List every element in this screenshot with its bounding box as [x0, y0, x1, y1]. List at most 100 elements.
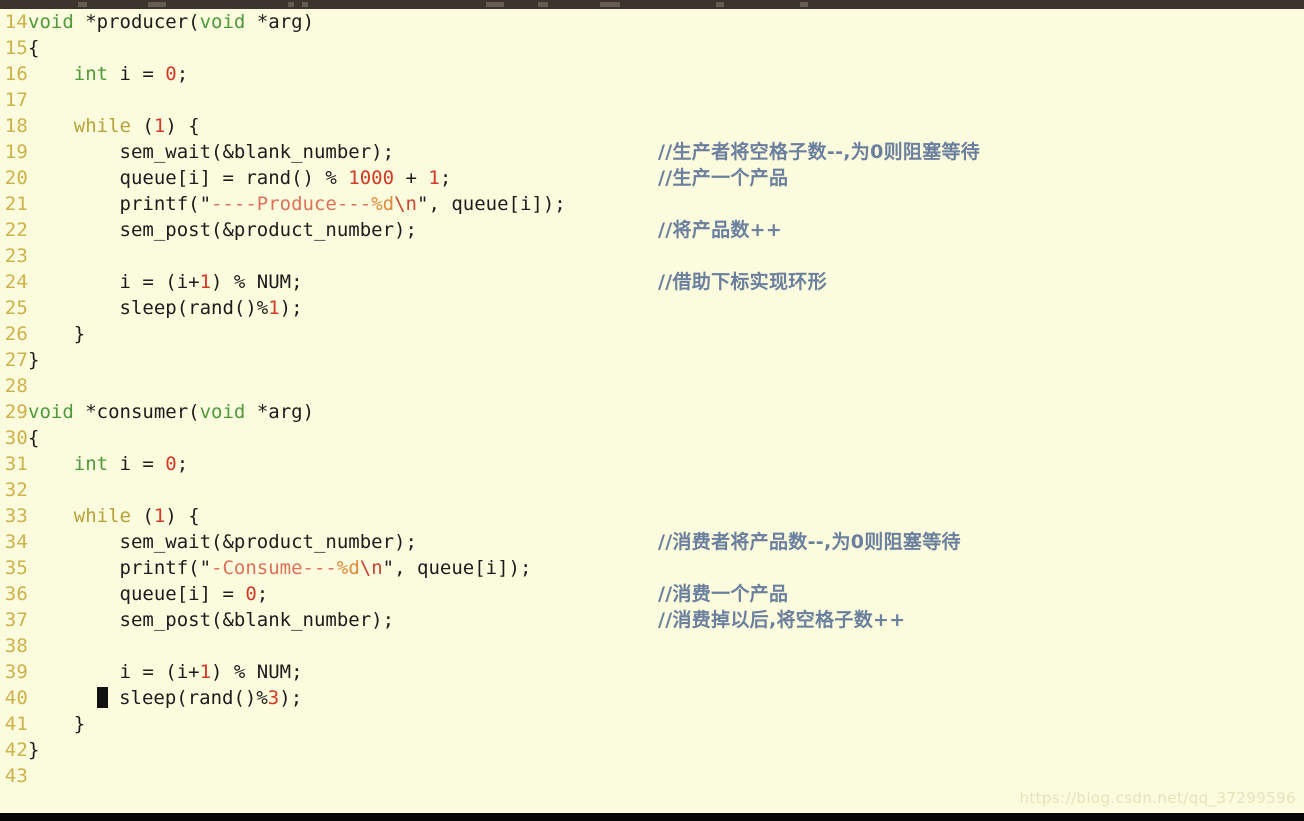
line-source [28, 373, 39, 399]
line-number: 18 [4, 115, 28, 137]
toolbar-icon-6[interactable] [538, 2, 548, 7]
line-number: 37 [4, 609, 28, 631]
toolbar-icon-1[interactable] [78, 2, 87, 7]
line-source: } [28, 349, 40, 371]
code-line[interactable]: 18 while (1) { [0, 113, 1304, 139]
line-source [28, 87, 39, 113]
line-number: 35 [4, 557, 28, 579]
line-comment: //消费掉以后,将空格子数++ [658, 609, 906, 631]
code-line[interactable]: 15 { [0, 35, 1304, 61]
code-text-area[interactable]: 14 void *producer(void *arg) 15 { 16 int… [0, 9, 1304, 813]
text-cursor [96, 687, 108, 708]
toolbar-icon-8[interactable] [716, 2, 724, 7]
code-line[interactable]: 21 printf("----Produce---%d\n", queue[i]… [0, 191, 1304, 217]
line-source: void *producer(void *arg) [28, 11, 315, 33]
line-source: printf("-Consume---%d\n", queue[i]); [28, 557, 532, 579]
line-source: } [28, 323, 86, 345]
code-line[interactable]: 37 sem_post(&blank_number); //消费掉以后,将空格子… [0, 607, 1304, 633]
line-source: while (1) { [73, 115, 200, 137]
code-line[interactable]: 28 [0, 373, 1304, 399]
code-line[interactable]: 36 queue[i] = 0; //消费一个产品 [0, 581, 1304, 607]
line-number: 34 [4, 531, 28, 553]
line-number: 28 [4, 375, 28, 397]
line-number: 17 [4, 89, 28, 111]
line-source: int i = 0; [73, 63, 189, 85]
line-comment: //消费者将产品数--,为0则阻塞等待 [658, 531, 961, 553]
code-line[interactable]: 40 sleep(rand()%3); [0, 685, 1304, 711]
code-editor-screenshot: 14 void *producer(void *arg) 15 { 16 int… [0, 0, 1304, 821]
line-number: 39 [4, 661, 28, 683]
code-line[interactable]: 25 sleep(rand()%1); [0, 295, 1304, 321]
code-line[interactable]: 22 sem_post(&product_number); //将产品数++ [0, 217, 1304, 243]
line-number: 15 [4, 37, 28, 59]
line-number: 19 [4, 141, 28, 163]
line-source: sleep(rand()%1); [28, 297, 303, 319]
code-line[interactable]: 33 while (1) { [0, 503, 1304, 529]
toolbar-icon-9[interactable] [800, 2, 808, 7]
code-line[interactable]: 26 } [0, 321, 1304, 347]
code-line[interactable]: 19 sem_wait(&blank_number); //生产者将空格子数--… [0, 139, 1304, 165]
code-line[interactable]: 24 i = (i+1) % NUM; //借助下标实现环形 [0, 269, 1304, 295]
line-comment: //生产者将空格子数--,为0则阻塞等待 [658, 141, 981, 163]
line-source [28, 243, 39, 269]
line-comment: //将产品数++ [658, 219, 783, 241]
code-line[interactable]: 39 i = (i+1) % NUM; [0, 659, 1304, 685]
code-line[interactable]: 32 [0, 477, 1304, 503]
line-number: 22 [4, 219, 28, 241]
line-source: sem_wait(&blank_number); [28, 141, 395, 163]
toolbar-icon-3[interactable] [288, 2, 294, 7]
code-line[interactable]: 23 [0, 243, 1304, 269]
line-number: 33 [4, 505, 28, 527]
bottom-bar [0, 813, 1304, 821]
line-source: } [28, 713, 86, 735]
line-source [28, 763, 39, 789]
line-source: i = (i+1) % NUM; [28, 661, 303, 683]
line-source [28, 477, 39, 503]
line-number: 16 [4, 63, 28, 85]
line-number: 27 [4, 349, 28, 371]
code-line[interactable]: 35 printf("-Consume---%d\n", queue[i]); [0, 555, 1304, 581]
line-number: 32 [4, 479, 28, 501]
line-source: while (1) { [73, 505, 200, 527]
line-number: 36 [4, 583, 28, 605]
line-number: 25 [4, 297, 28, 319]
line-source [28, 633, 39, 659]
code-line[interactable]: 31 int i = 0; [0, 451, 1304, 477]
watermark-text: https://blog.csdn.net/qq_37299596 [1019, 789, 1296, 807]
code-line[interactable]: 34 sem_wait(&product_number); //消费者将产品数-… [0, 529, 1304, 555]
code-line[interactable]: 30 { [0, 425, 1304, 451]
line-source: queue[i] = 0; [28, 583, 269, 605]
toolbar-icon-7[interactable] [600, 2, 620, 7]
line-number: 42 [4, 739, 28, 761]
line-number: 21 [4, 193, 28, 215]
line-source: queue[i] = rand() % 1000 + 1; [28, 167, 452, 189]
line-source: void *consumer(void *arg) [28, 401, 315, 423]
line-source: { [28, 427, 40, 449]
line-number: 30 [4, 427, 28, 449]
line-number: 38 [4, 635, 28, 657]
code-line[interactable]: 27 } [0, 347, 1304, 373]
line-number: 43 [4, 765, 28, 787]
toolbar-icon-2[interactable] [148, 2, 166, 7]
code-line[interactable]: 16 int i = 0; [0, 61, 1304, 87]
code-line[interactable]: 17 [0, 87, 1304, 113]
line-number: 40 [4, 687, 28, 709]
code-line[interactable]: 29 void *consumer(void *arg) [0, 399, 1304, 425]
code-line[interactable]: 43 [0, 763, 1304, 789]
code-line[interactable]: 42 } [0, 737, 1304, 763]
line-source: sleep(rand()%3); [28, 685, 302, 711]
application-toolbar[interactable] [0, 0, 1304, 9]
toolbar-icon-4[interactable] [302, 2, 308, 7]
code-line[interactable]: 41 } [0, 711, 1304, 737]
code-line[interactable]: 14 void *producer(void *arg) [0, 9, 1304, 35]
line-source: sem_wait(&product_number); [28, 531, 417, 553]
line-source: sem_post(&blank_number); [28, 609, 395, 631]
toolbar-icon-5[interactable] [486, 2, 504, 7]
line-number: 20 [4, 167, 28, 189]
line-number: 29 [4, 401, 28, 423]
code-line[interactable]: 38 [0, 633, 1304, 659]
line-comment: //生产一个产品 [658, 167, 789, 189]
code-line[interactable]: 20 queue[i] = rand() % 1000 + 1; //生产一个产… [0, 165, 1304, 191]
line-source: sem_post(&product_number); [28, 219, 417, 241]
line-source: printf("----Produce---%d\n", queue[i]); [28, 193, 566, 215]
